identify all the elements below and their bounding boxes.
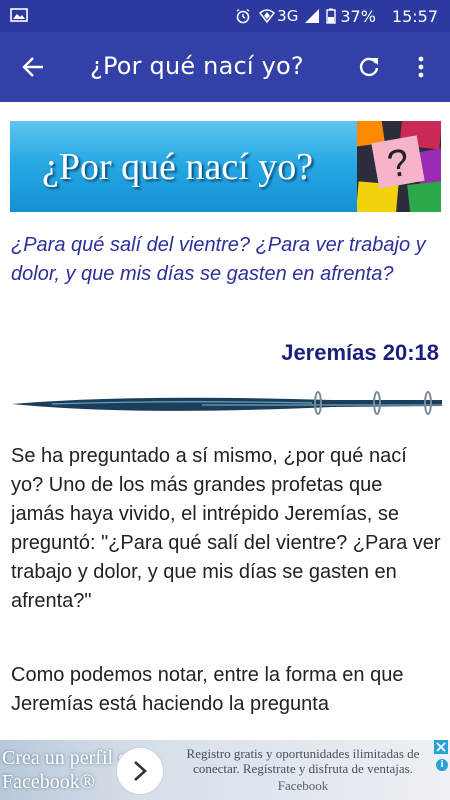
- more-vert-icon: [418, 56, 424, 78]
- alarm-icon: [236, 8, 250, 24]
- refresh-button[interactable]: [352, 50, 386, 84]
- page-title: ¿Por qué nací yo?: [90, 52, 304, 80]
- ad-next-button[interactable]: [116, 747, 164, 795]
- ad-close-button[interactable]: [434, 740, 448, 754]
- battery-level: 37%: [340, 6, 376, 26]
- body-paragraph: Se ha preguntado a sí mismo, ¿por qué na…: [11, 445, 441, 612]
- back-arrow-icon: [22, 57, 43, 77]
- header-banner: ¿Por qué nací yo? ?: [10, 121, 441, 212]
- more-options-button[interactable]: [406, 50, 436, 84]
- ad-brand: Facebook: [277, 778, 329, 793]
- notebook-divider-image: [12, 391, 442, 415]
- verse-reference: Jeremías 20:18: [281, 340, 439, 365]
- clock: 15:57: [391, 6, 438, 26]
- close-icon: [436, 742, 446, 752]
- ad-description[interactable]: Registro gratis y oportunidades ilimitad…: [172, 746, 434, 793]
- wifi-icon: [259, 9, 276, 24]
- signal-icon: [305, 9, 320, 23]
- article-content[interactable]: ¿Por qué nací yo? ? ¿Para qué salí del v…: [0, 102, 450, 740]
- ad-description-text: Registro gratis y oportunidades ilimitad…: [186, 746, 420, 776]
- question-sticky-notes-image: ?: [357, 121, 441, 212]
- network-type: 3G: [277, 7, 299, 25]
- image-icon: [10, 8, 28, 22]
- bible-verse: ¿Para qué salí del vientre? ¿Para ver tr…: [11, 234, 426, 285]
- battery-icon: [326, 8, 337, 24]
- app-bar: ¿Por qué nací yo?: [0, 32, 450, 102]
- back-button[interactable]: [16, 50, 50, 84]
- status-bar: 3G 37% 15:57: [0, 0, 450, 32]
- status-icons: 3G 37% 15:57: [235, 0, 438, 32]
- refresh-icon: [359, 57, 379, 77]
- ad-info-icon[interactable]: i: [436, 759, 448, 771]
- banner-title: ¿Por qué nací yo?: [42, 146, 314, 188]
- ad-banner[interactable]: Crea un perfil en Facebook® Registro gra…: [0, 740, 450, 800]
- chevron-right-icon: [134, 761, 147, 781]
- body-paragraph: Como podemos notar, entre la forma en qu…: [11, 664, 404, 715]
